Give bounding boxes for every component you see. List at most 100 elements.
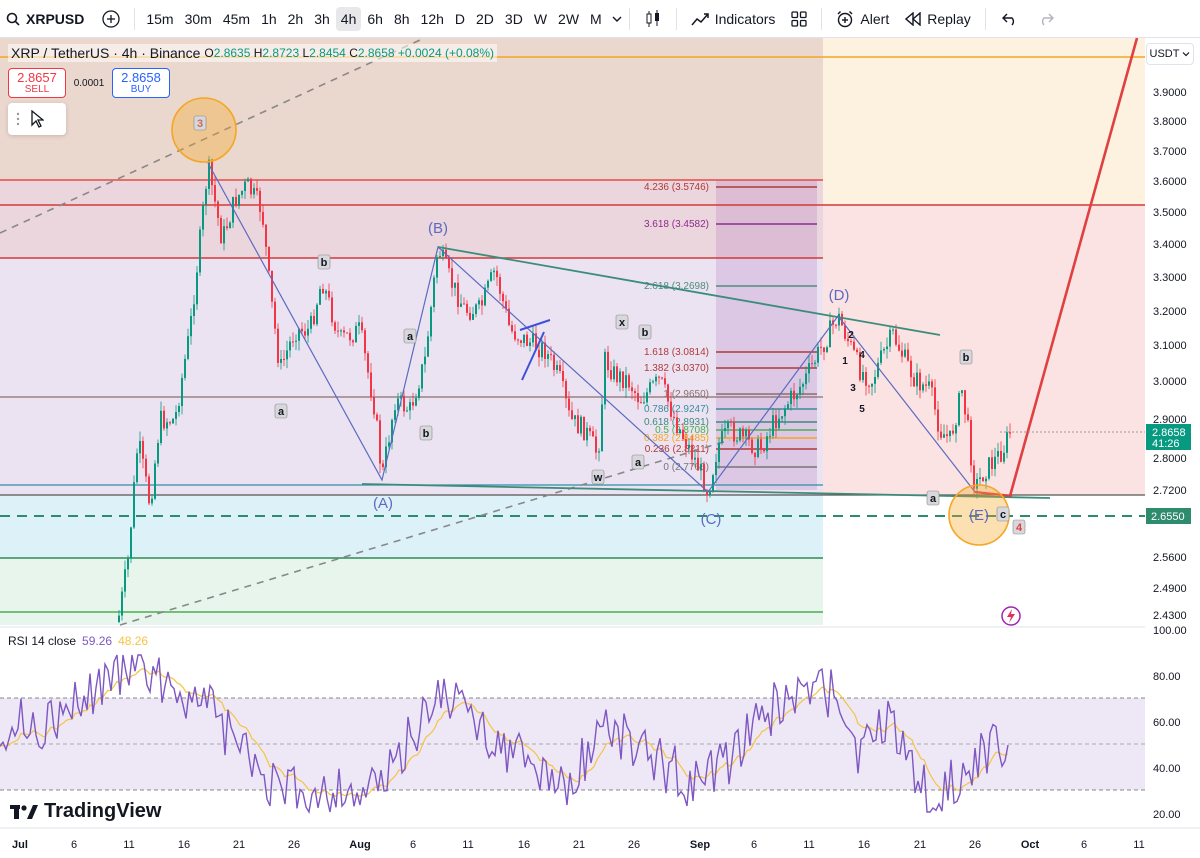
- layout-grid-icon[interactable]: [791, 10, 808, 27]
- candle-body: [229, 222, 231, 229]
- time-tick-label: 6: [71, 839, 77, 851]
- interval-1h[interactable]: 1h: [256, 7, 282, 31]
- candle-body: [343, 330, 345, 333]
- tradingview-logo-icon: [10, 804, 38, 820]
- candle-body: [274, 301, 276, 329]
- candle-body: [694, 457, 696, 460]
- candle-body: [580, 416, 582, 434]
- interval-45m[interactable]: 45m: [218, 7, 255, 31]
- candle-body: [451, 268, 453, 288]
- wave-label: 4: [859, 350, 865, 361]
- candles-style-icon[interactable]: [644, 9, 662, 29]
- candle-body: [379, 420, 381, 464]
- candle-body: [424, 356, 426, 365]
- fib-level-label: 4.236 (3.5746): [644, 182, 709, 193]
- candle-body: [709, 491, 711, 496]
- interval-w[interactable]: W: [529, 7, 552, 31]
- sell-button[interactable]: 2.8657 SELL: [8, 68, 66, 98]
- rsi-legend[interactable]: RSI 14 close 59.26 48.26: [8, 634, 148, 648]
- candle-body: [190, 315, 192, 337]
- candle-body: [268, 246, 270, 271]
- candle-body: [571, 410, 573, 420]
- rsi-tick-label: 20.00: [1153, 809, 1181, 821]
- interval-2w[interactable]: 2W: [553, 7, 584, 31]
- buy-price: 2.8658: [121, 70, 161, 85]
- interval-d[interactable]: D: [450, 7, 470, 31]
- candle-body: [955, 425, 957, 434]
- undo-icon[interactable]: [1001, 12, 1018, 26]
- chevron-down-icon[interactable]: [611, 13, 623, 25]
- chart-legend[interactable]: XRP / TetherUS · 4h · Binance O2.8635 H2…: [8, 44, 497, 62]
- price-tick-label: 2.4900: [1153, 583, 1187, 595]
- candle-body: [700, 463, 702, 471]
- interval-8h[interactable]: 8h: [389, 7, 415, 31]
- candle-body: [745, 429, 747, 437]
- candle-body: [559, 365, 561, 371]
- interval-m[interactable]: M: [585, 7, 607, 31]
- interval-4h[interactable]: 4h: [335, 6, 362, 31]
- candle-body: [877, 362, 879, 378]
- redo-icon[interactable]: [1038, 12, 1054, 26]
- search-icon: [6, 12, 20, 26]
- candle-body: [214, 185, 216, 202]
- interval-3h[interactable]: 3h: [309, 7, 335, 31]
- candle-body: [574, 415, 576, 420]
- price-chart[interactable]: 4.236 (3.5746) 3.618 (3.4582) 2.618 (3.269…: [0, 38, 1200, 858]
- add-symbol-icon[interactable]: [102, 9, 121, 28]
- buy-button[interactable]: 2.8658 BUY: [112, 68, 170, 98]
- candle-body: [439, 256, 441, 258]
- interval-3d[interactable]: 3D: [500, 7, 528, 31]
- candle-body: [511, 325, 513, 332]
- currency-selector[interactable]: USDT: [1146, 43, 1194, 65]
- candle-body: [421, 364, 423, 389]
- candle-body: [358, 322, 360, 326]
- candle-body: [538, 349, 540, 358]
- candle-body: [157, 443, 159, 464]
- candle-body: [985, 478, 987, 482]
- candle-body: [175, 412, 177, 419]
- candle-body: [784, 408, 786, 417]
- price-tick-label: 3.6000: [1153, 176, 1187, 188]
- fib-level-label: 2.618 (3.2698): [644, 281, 709, 292]
- interval-2h[interactable]: 2h: [283, 7, 309, 31]
- alert-button[interactable]: Alert: [828, 10, 897, 28]
- symbol-search[interactable]: XRPUSD: [0, 11, 94, 27]
- candle-body: [487, 280, 489, 288]
- interval-15m[interactable]: 15m: [141, 7, 178, 31]
- cursor-icon[interactable]: [30, 110, 44, 128]
- candle-body: [319, 288, 321, 305]
- interval-30m[interactable]: 30m: [180, 7, 217, 31]
- candle-body: [823, 347, 825, 352]
- toolbar-divider: [821, 7, 823, 30]
- candle-body: [412, 402, 414, 406]
- candle-body: [913, 377, 915, 387]
- candle-body: [193, 304, 195, 316]
- candle-body: [856, 349, 858, 353]
- indicators-button[interactable]: Indicators: [683, 11, 784, 27]
- candle-body: [982, 477, 984, 482]
- candle-body: [598, 451, 600, 453]
- candle-body: [577, 415, 579, 434]
- candle-body: [802, 384, 804, 387]
- interval-12h[interactable]: 12h: [416, 7, 449, 31]
- time-tick-label: 21: [573, 839, 585, 851]
- candle-body: [562, 370, 564, 382]
- time-tick-label: 21: [233, 839, 245, 851]
- candle-body: [256, 188, 258, 191]
- candle-body: [697, 457, 699, 471]
- candle-body: [475, 304, 477, 314]
- tradingview-logo[interactable]: TradingView: [10, 800, 161, 823]
- rsi-tick-label: 40.00: [1153, 763, 1181, 775]
- candle-body: [790, 390, 792, 405]
- candle-body: [664, 378, 666, 385]
- interval-2d[interactable]: 2D: [471, 7, 499, 31]
- candle-body: [850, 341, 852, 343]
- drag-handle-icon[interactable]: [16, 112, 20, 126]
- interval-6h[interactable]: 6h: [362, 7, 388, 31]
- candle-body: [457, 282, 459, 307]
- time-tick-label: 6: [751, 839, 757, 851]
- candle-body: [136, 453, 138, 483]
- replay-button[interactable]: Replay: [897, 11, 979, 27]
- candle-body: [586, 427, 588, 441]
- candle-body: [547, 354, 549, 359]
